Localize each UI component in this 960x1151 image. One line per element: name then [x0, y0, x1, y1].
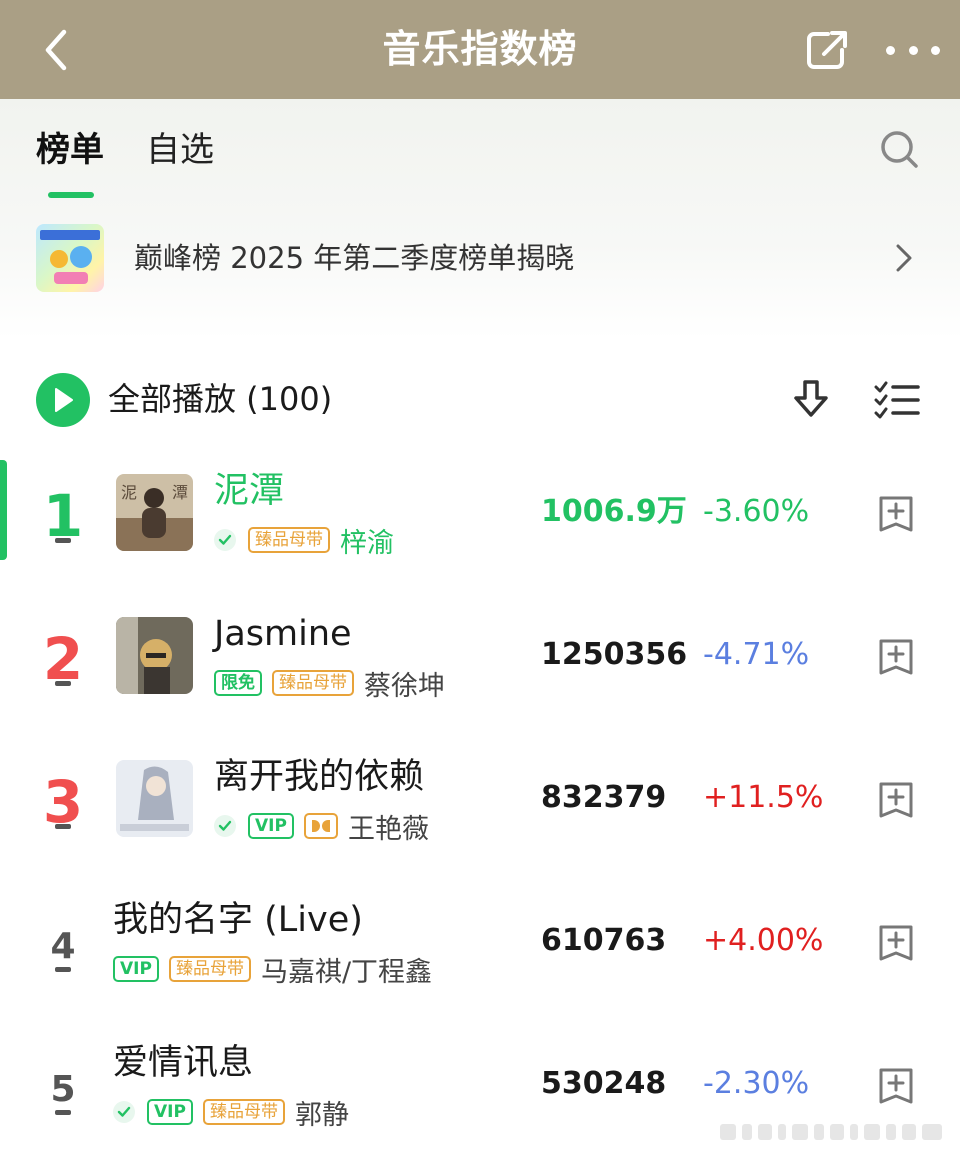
search-button[interactable] — [878, 128, 920, 170]
dolby-icon — [303, 813, 338, 839]
rank-number: 5 — [50, 1069, 76, 1110]
song-row[interactable]: 1 泥 潭 泥潭 臻品母带 梓渝 1006.9万 -3.60% — [0, 456, 960, 599]
nav-header: 音乐指数榜 — [0, 0, 960, 99]
multi-select-button[interactable] — [874, 380, 920, 420]
watermark — [720, 1118, 950, 1146]
song-meta: VIP 臻品母带 郭静 — [113, 1096, 349, 1131]
verified-icon — [214, 529, 236, 551]
search-icon — [881, 131, 918, 168]
announcement-banner[interactable]: 巅峰榜 2025 年第二季度榜单揭晓 — [36, 222, 926, 294]
add-to-playlist-button[interactable] — [877, 637, 915, 677]
download-button[interactable] — [790, 378, 832, 422]
vip-tag: VIP — [248, 813, 294, 839]
song-title: 爱情讯息 — [113, 1043, 254, 1083]
master-quality-tag: 臻品母带 — [272, 670, 354, 696]
tab-underline — [48, 192, 94, 198]
rank-flat-icon — [55, 538, 71, 543]
song-meta: VIP 臻品母带 马嘉祺/丁程鑫 — [113, 953, 432, 988]
add-to-playlist-button[interactable] — [877, 494, 915, 534]
index-change: -2.30% — [703, 1066, 810, 1101]
download-icon — [794, 380, 828, 417]
add-bookmark-icon — [879, 496, 913, 532]
song-meta: 限免 臻品母带 蔡徐坤 — [214, 667, 445, 702]
rank-flat-icon — [55, 681, 71, 686]
index-score: 530248 — [541, 1066, 667, 1101]
svg-text:泥: 泥 — [121, 483, 137, 502]
index-score: 1250356 — [541, 637, 688, 672]
add-to-playlist-button[interactable] — [877, 1066, 915, 1106]
artist-name[interactable]: 王艳薇 — [348, 807, 429, 846]
add-to-playlist-button[interactable] — [877, 923, 915, 963]
song-title: 我的名字 (Live) — [113, 900, 363, 940]
play-all-bar: 全部播放 (100) — [36, 372, 926, 428]
song-meta: 臻品母带 梓渝 — [214, 524, 394, 559]
rank-number: 1 — [42, 482, 84, 550]
add-bookmark-icon — [879, 782, 913, 818]
rank-number: 4 — [50, 926, 76, 967]
index-change: -4.71% — [703, 637, 810, 672]
tab-custom[interactable]: 自选 — [146, 130, 214, 170]
song-meta: VIP 王艳薇 — [214, 810, 429, 845]
master-quality-tag: 臻品母带 — [202, 1099, 285, 1125]
rank-flat-icon — [55, 1110, 71, 1115]
rank-flat-icon — [55, 824, 71, 829]
svg-text:潭: 潭 — [172, 483, 188, 502]
multi-select-icon — [874, 381, 920, 419]
play-all-label[interactable]: 全部播放 (100) — [108, 378, 332, 420]
verified-icon — [214, 815, 236, 837]
add-bookmark-icon — [879, 1068, 913, 1104]
vip-tag: VIP — [147, 1099, 193, 1125]
song-title: 离开我的依赖 — [214, 757, 425, 797]
song-cover — [116, 617, 193, 694]
artist-name[interactable]: 马嘉祺/丁程鑫 — [261, 950, 432, 989]
more-icon — [886, 45, 895, 55]
song-row[interactable]: 3 离开我的依赖 VIP 王艳薇 832379 +11.5% — [0, 742, 960, 885]
share-icon — [807, 31, 847, 69]
index-score: 1006.9万 — [541, 494, 687, 529]
song-cover — [116, 760, 193, 837]
free-limited-tag: 限免 — [214, 670, 262, 696]
artist-name[interactable]: 郭静 — [295, 1093, 349, 1132]
verified-icon — [113, 1101, 135, 1123]
top-section — [0, 99, 960, 339]
master-quality-tag: 臻品母带 — [248, 527, 330, 553]
banner-text: 巅峰榜 2025 年第二季度榜单揭晓 — [134, 241, 575, 275]
share-button[interactable] — [804, 28, 852, 72]
song-title: 泥潭 — [214, 471, 285, 511]
song-cover: 泥 潭 — [116, 474, 193, 551]
artist-name[interactable]: 蔡徐坤 — [364, 664, 445, 703]
master-quality-tag: 臻品母带 — [168, 956, 251, 982]
play-all-button[interactable] — [36, 373, 90, 427]
artist-name[interactable]: 梓渝 — [340, 521, 394, 560]
song-row[interactable]: 4 我的名字 (Live) VIP 臻品母带 马嘉祺/丁程鑫 610763 +4… — [0, 885, 960, 1028]
rank-flat-icon — [55, 967, 71, 972]
index-score: 832379 — [541, 780, 667, 815]
index-change: -3.60% — [703, 494, 810, 529]
rank-number: 2 — [42, 625, 84, 693]
index-change: +11.5% — [703, 780, 824, 815]
song-row[interactable]: 2 Jasmine 限免 臻品母带 蔡徐坤 1250356 -4.71% — [0, 599, 960, 742]
add-to-playlist-button[interactable] — [877, 780, 915, 820]
banner-thumbnail — [36, 224, 104, 292]
more-button[interactable] — [886, 30, 940, 70]
add-bookmark-icon — [879, 639, 913, 675]
index-change: +4.00% — [703, 923, 824, 958]
tab-chart[interactable]: 榜单 — [36, 130, 104, 170]
vip-tag: VIP — [113, 956, 159, 982]
index-score: 610763 — [541, 923, 667, 958]
chevron-right-icon — [892, 240, 916, 276]
song-title: Jasmine — [214, 614, 352, 654]
add-bookmark-icon — [879, 925, 913, 961]
play-icon — [55, 388, 73, 412]
rank-number: 3 — [42, 768, 84, 836]
